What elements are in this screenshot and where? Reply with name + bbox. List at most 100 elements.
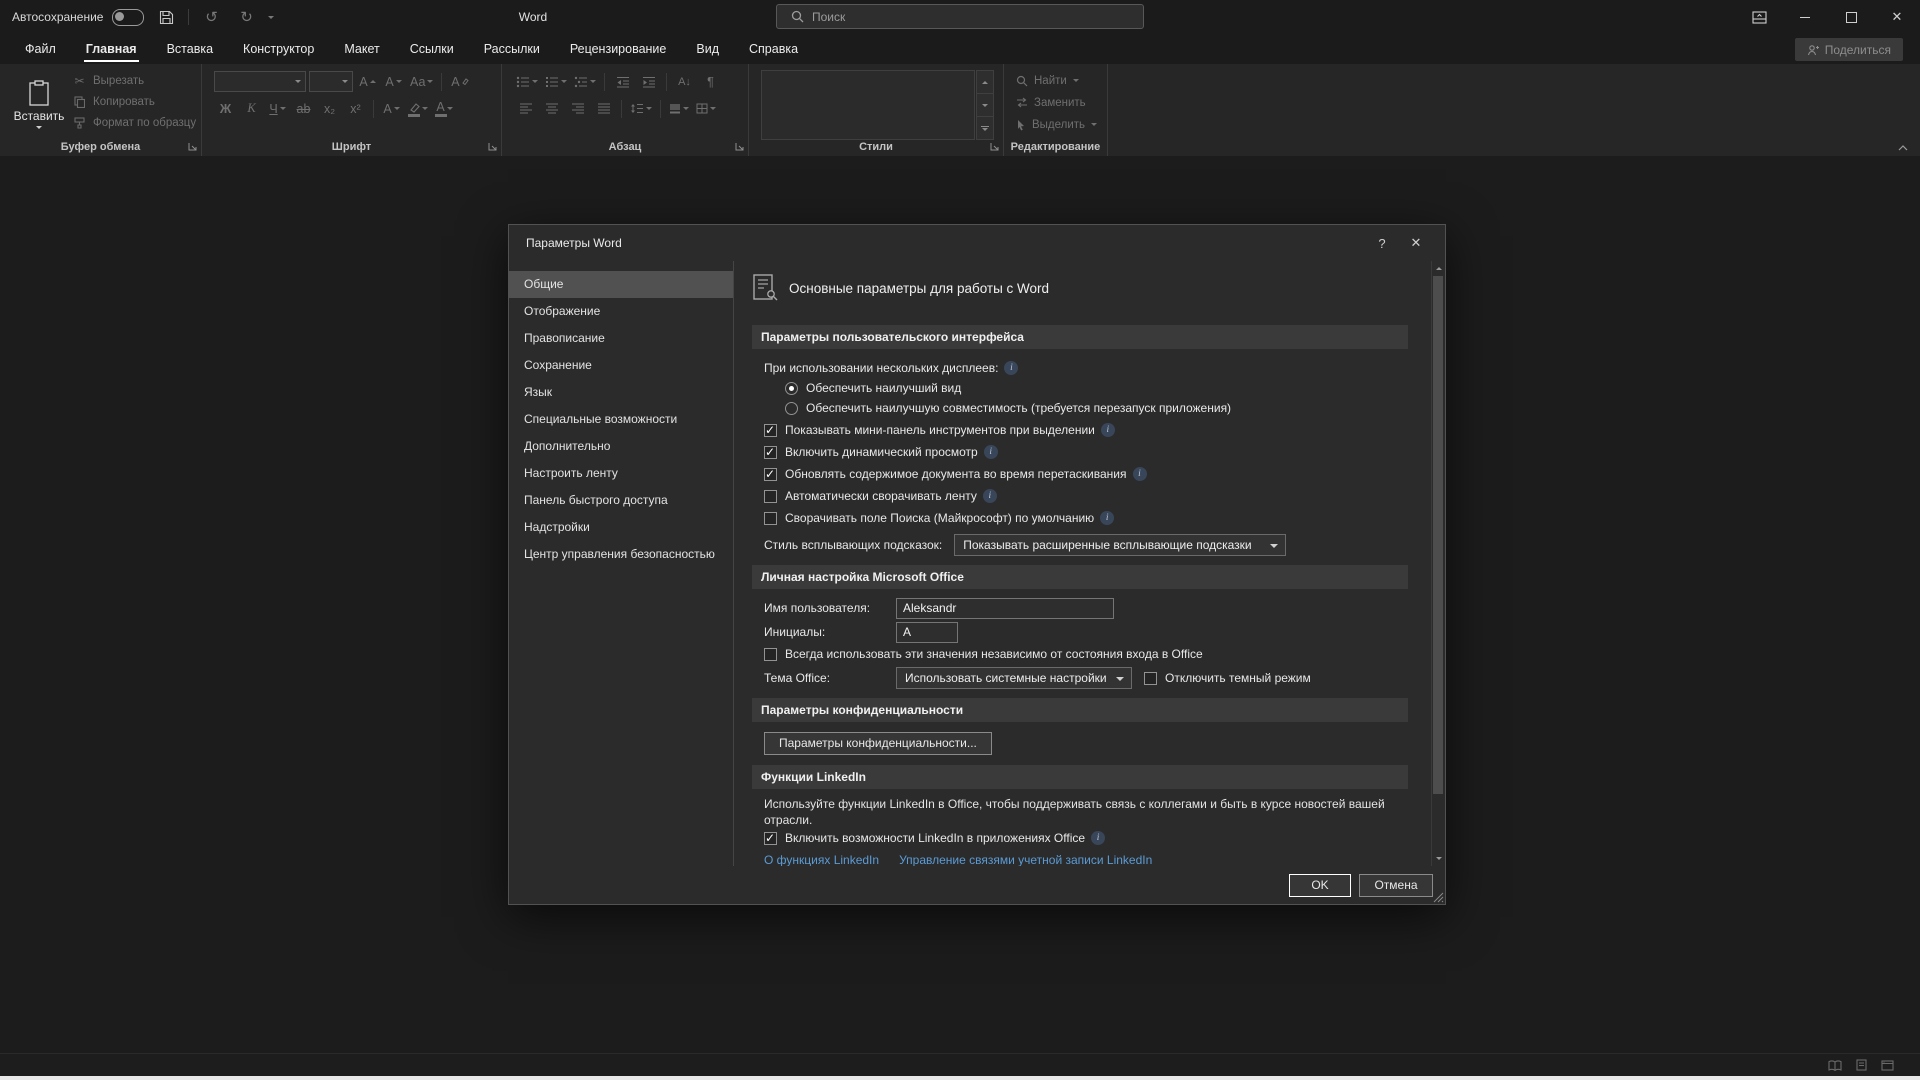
save-button[interactable] xyxy=(153,4,179,30)
align-left-button[interactable] xyxy=(514,98,537,119)
read-mode-button[interactable] xyxy=(1828,1060,1842,1071)
shading-button[interactable] xyxy=(667,98,691,119)
justify-button[interactable] xyxy=(592,98,615,119)
tab-layout[interactable]: Макет xyxy=(329,34,394,64)
numbering-button[interactable] xyxy=(543,71,569,92)
dialog-resize-grip[interactable] xyxy=(1431,890,1444,903)
nav-item-accessibility[interactable]: Специальные возможности xyxy=(509,406,733,433)
find-button[interactable]: Найти xyxy=(1016,72,1079,89)
multilevel-list-button[interactable] xyxy=(572,71,598,92)
linkedin-about-link[interactable]: О функциях LinkedIn xyxy=(764,853,879,866)
scroll-up-arrow[interactable] xyxy=(1432,262,1445,275)
dialog-titlebar[interactable]: Параметры Word ? ✕ xyxy=(509,225,1445,261)
dialog-close-button[interactable]: ✕ xyxy=(1399,228,1433,258)
increase-indent-button[interactable] xyxy=(637,71,660,92)
checkbox-update-while-drag[interactable] xyxy=(764,468,777,481)
radio-best-appearance[interactable] xyxy=(785,382,798,395)
font-color-button[interactable]: А xyxy=(433,98,456,119)
gallery-up-button[interactable] xyxy=(976,70,994,94)
highlight-button[interactable] xyxy=(406,98,430,119)
close-button[interactable]: ✕ xyxy=(1874,0,1920,34)
cut-button[interactable]: ✂ Вырезать xyxy=(72,73,196,89)
nav-item-save[interactable]: Сохранение xyxy=(509,352,733,379)
checkbox-enable-linkedin[interactable] xyxy=(764,832,777,845)
tab-view[interactable]: Вид xyxy=(681,34,734,64)
nav-item-addins[interactable]: Надстройки xyxy=(509,514,733,541)
nav-item-proofing[interactable]: Правописание xyxy=(509,325,733,352)
dialog-scrollbar[interactable] xyxy=(1431,261,1445,866)
info-icon[interactable]: i xyxy=(984,445,998,459)
superscript-button[interactable]: х² xyxy=(344,98,367,119)
info-icon[interactable]: i xyxy=(983,489,997,503)
print-layout-button[interactable] xyxy=(1856,1059,1867,1071)
tab-mailings[interactable]: Рассылки xyxy=(469,34,555,64)
bold-button[interactable]: Ж xyxy=(214,98,237,119)
ribbon-display-options-button[interactable] xyxy=(1736,0,1782,34)
tab-file[interactable]: Файл xyxy=(10,34,71,64)
linkedin-manage-link[interactable]: Управление связями учетной записи Linked… xyxy=(899,853,1152,866)
copy-button[interactable]: Копировать xyxy=(72,94,196,110)
share-button[interactable]: Поделиться xyxy=(1795,38,1903,61)
ok-button[interactable]: OK xyxy=(1289,874,1351,897)
checkbox-collapse-search[interactable] xyxy=(764,512,777,525)
clear-formatting-button[interactable]: А xyxy=(448,71,471,92)
undo-button[interactable]: ↺ xyxy=(198,4,224,30)
scroll-down-arrow[interactable] xyxy=(1432,852,1445,865)
paragraph-dialog-launcher[interactable] xyxy=(735,142,744,151)
privacy-settings-button[interactable]: Параметры конфиденциальности... xyxy=(764,732,992,755)
gallery-more-button[interactable] xyxy=(976,117,994,140)
nav-item-trust-center[interactable]: Центр управления безопасностью xyxy=(509,541,733,568)
initials-field[interactable]: A xyxy=(896,622,958,643)
grow-font-button[interactable]: А xyxy=(356,71,379,92)
subscript-button[interactable]: х₂ xyxy=(318,98,341,119)
nav-item-display[interactable]: Отображение xyxy=(509,298,733,325)
scrollbar-thumb[interactable] xyxy=(1433,276,1443,794)
select-button[interactable]: Выделить xyxy=(1016,116,1097,133)
cancel-button[interactable]: Отмена xyxy=(1359,874,1433,897)
quick-access-chevron-icon[interactable] xyxy=(268,16,274,19)
font-dialog-launcher[interactable] xyxy=(488,142,497,151)
dialog-help-button[interactable]: ? xyxy=(1365,228,1399,258)
font-name-combo[interactable] xyxy=(214,71,306,92)
strikethrough-button[interactable]: ab xyxy=(292,98,315,119)
tab-review[interactable]: Рецензирование xyxy=(555,34,682,64)
change-case-button[interactable]: Аа xyxy=(408,71,435,92)
format-painter-button[interactable]: Формат по образцу xyxy=(72,115,196,131)
nav-item-advanced[interactable]: Дополнительно xyxy=(509,433,733,460)
collapse-ribbon-button[interactable] xyxy=(1898,145,1908,151)
nav-item-customize-ribbon[interactable]: Настроить ленту xyxy=(509,460,733,487)
tab-design[interactable]: Конструктор xyxy=(228,34,329,64)
radio-best-compatibility[interactable] xyxy=(785,402,798,415)
decrease-indent-button[interactable] xyxy=(611,71,634,92)
info-icon[interactable]: i xyxy=(1091,831,1105,845)
styles-gallery[interactable] xyxy=(761,70,975,140)
styles-dialog-launcher[interactable] xyxy=(990,142,999,151)
nav-item-general[interactable]: Общие xyxy=(509,271,733,298)
tab-help[interactable]: Справка xyxy=(734,34,813,64)
redo-button[interactable]: ↻ xyxy=(233,4,259,30)
maximize-button[interactable] xyxy=(1828,0,1874,34)
show-marks-button[interactable]: ¶ xyxy=(699,71,722,92)
sort-button[interactable]: А↓ xyxy=(673,71,696,92)
search-box[interactable]: Поиск xyxy=(776,4,1144,29)
tab-insert[interactable]: Вставка xyxy=(152,34,228,64)
tab-home[interactable]: Главная xyxy=(71,34,152,64)
info-icon[interactable]: i xyxy=(1100,511,1114,525)
tab-references[interactable]: Ссылки xyxy=(395,34,469,64)
italic-button[interactable]: К xyxy=(240,98,263,119)
checkbox-live-preview[interactable] xyxy=(764,446,777,459)
checkbox-always-use-values[interactable] xyxy=(764,648,777,661)
clipboard-dialog-launcher[interactable] xyxy=(188,142,197,151)
font-size-combo[interactable] xyxy=(309,71,353,92)
nav-item-quick-access[interactable]: Панель быстрого доступа xyxy=(509,487,733,514)
underline-button[interactable]: Ч xyxy=(266,98,289,119)
web-layout-button[interactable] xyxy=(1881,1060,1894,1071)
autosave-toggle[interactable] xyxy=(112,9,144,26)
shrink-font-button[interactable]: А xyxy=(382,71,405,92)
username-field[interactable]: Aleksandr xyxy=(896,598,1114,619)
align-right-button[interactable] xyxy=(566,98,589,119)
borders-button[interactable] xyxy=(694,98,718,119)
text-effects-button[interactable]: А xyxy=(380,98,403,119)
nav-item-language[interactable]: Язык xyxy=(509,379,733,406)
align-center-button[interactable] xyxy=(540,98,563,119)
